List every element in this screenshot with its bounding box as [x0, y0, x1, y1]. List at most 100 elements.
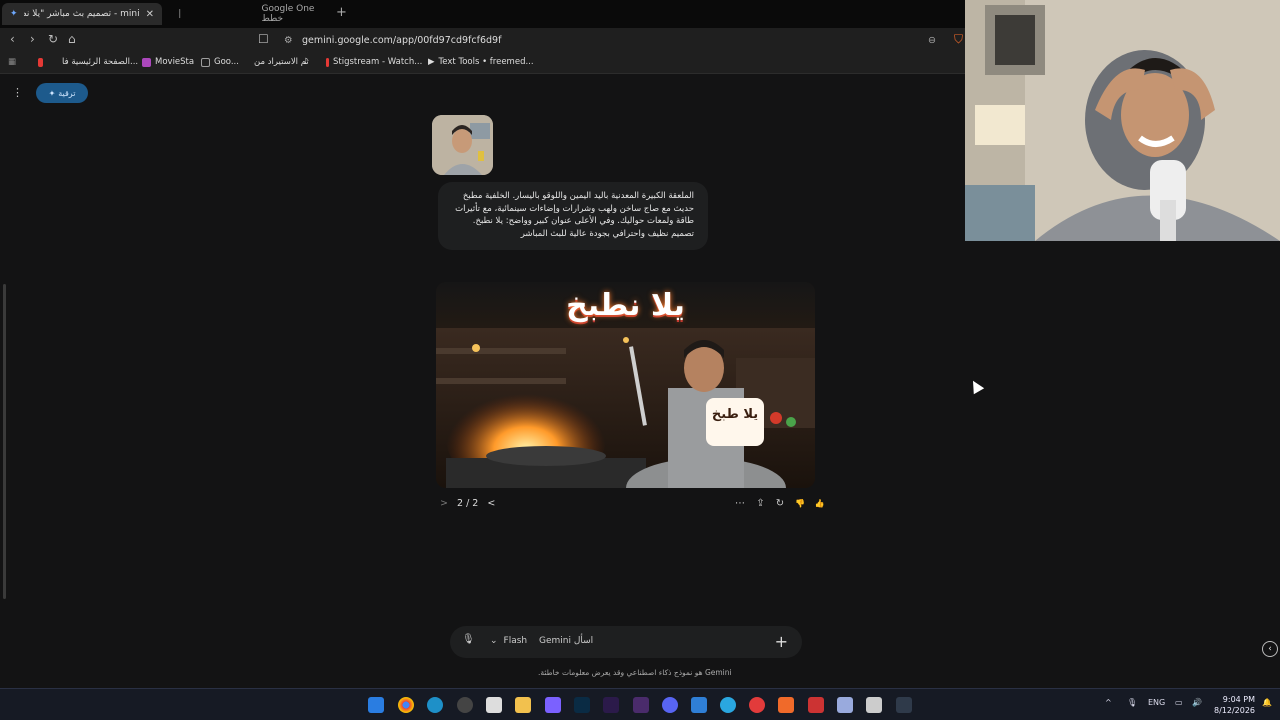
image-pager: > 2 / 2 <: [440, 498, 495, 509]
home-icon[interactable]: ⌂: [68, 32, 76, 46]
scrollbar[interactable]: [3, 284, 6, 599]
tab-title: mini - تصميم بث مباشر "يلا نطبخ": [24, 9, 140, 19]
bookmark-item[interactable]: Goo...: [201, 57, 239, 67]
prompt-box[interactable]: 🎙 ⌄ Flash اسأل Gemini +: [450, 626, 802, 658]
webcam-overlay: [965, 0, 1280, 241]
pager-count: 2 / 2: [457, 498, 479, 509]
image-title-text: يلا نطبخ: [566, 287, 685, 323]
thumbs-down-icon[interactable]: 👎: [795, 499, 805, 508]
notification-icon[interactable]: 🔔: [1262, 698, 1272, 707]
response-actions: ⋯ ⇪ ↻ 👎 👍: [735, 498, 824, 509]
tab-title: Google One خطط: [261, 4, 315, 24]
gemini-chat-area: ⋮ ✦ ترقية الملعقة الكبيرة المعدنية باليد…: [0, 74, 965, 688]
thumbs-up-icon[interactable]: 👍: [815, 499, 825, 508]
edge-icon[interactable]: [427, 697, 443, 713]
model-selector[interactable]: ⌄ Flash: [490, 636, 527, 646]
network-icon[interactable]: ▭: [1175, 698, 1183, 707]
steam-icon[interactable]: [691, 697, 707, 713]
share-icon[interactable]: ⇪: [756, 498, 764, 509]
back-icon[interactable]: ‹: [10, 32, 15, 46]
volume-icon[interactable]: 🔊: [1192, 698, 1202, 707]
more-options-icon[interactable]: ⋯: [735, 498, 745, 509]
app-icon[interactable]: [749, 697, 765, 713]
acrobat-icon[interactable]: [808, 697, 824, 713]
apps-grid-icon[interactable]: ▦: [8, 57, 16, 67]
bookmark-favicon-icon: [38, 57, 43, 67]
address-bar[interactable]: ⚙ gemini.google.com/app/00fd97cd9fcf6d9f…: [278, 30, 948, 50]
tab-google-one[interactable]: ❘ Google One خطط: [168, 3, 330, 25]
bookmark-item[interactable]: تم الاستيراد من: [254, 57, 309, 67]
user-prompt-bubble: الملعقة الكبيرة المعدنية باليد اليمين وا…: [438, 182, 708, 250]
premiere-icon[interactable]: [603, 697, 619, 713]
chevron-up-icon[interactable]: ^: [1105, 698, 1112, 707]
new-tab-button[interactable]: +: [336, 5, 347, 20]
chrome-icon[interactable]: [398, 697, 414, 713]
telegram-icon[interactable]: [720, 697, 736, 713]
vscode-icon[interactable]: [545, 697, 561, 713]
user-prompt-text: الملعقة الكبيرة المعدنية باليد اليمين وا…: [455, 191, 694, 239]
image-title-banner: يلا نطبخ: [436, 282, 815, 328]
bookmark-item[interactable]: Stigstream - Watch...: [326, 57, 422, 67]
bookmark-item[interactable]: الصفحة الرئيسية فا...: [38, 57, 138, 67]
prev-image-button[interactable]: <: [487, 498, 495, 509]
sign-text: يلا طبخ: [712, 407, 758, 422]
play-icon: ▶: [428, 57, 435, 67]
language-indicator[interactable]: ENG: [1148, 698, 1165, 707]
after-effects-icon[interactable]: [633, 697, 649, 713]
clock-date: 8/12/2026: [1214, 706, 1256, 715]
store-icon[interactable]: [486, 697, 502, 713]
sparkle-icon: ✦: [48, 88, 56, 98]
folder-icon: [201, 57, 210, 67]
brave-icon[interactable]: [778, 697, 794, 713]
discord-icon[interactable]: [662, 697, 678, 713]
prompt-input[interactable]: اسأل Gemini: [539, 636, 593, 646]
zoom-icon[interactable]: ⊖: [928, 35, 936, 46]
bookmark-item[interactable]: ▶ Text Tools • freemed...: [428, 57, 534, 67]
start-windows-icon[interactable]: [368, 697, 384, 713]
right-panel: [965, 241, 1280, 688]
windows-taskbar: ^ 🎙 ENG ▭ 🔊 9:04 PM 8/12/2026 🔔: [0, 688, 1280, 720]
chevron-down-icon: ⌄: [490, 636, 498, 646]
person-photo-icon: [432, 115, 493, 175]
next-image-button[interactable]: >: [440, 498, 448, 509]
obs-icon[interactable]: [457, 697, 473, 713]
pin-icon: ❘: [176, 9, 184, 19]
tiktok-icon[interactable]: ♪: [303, 57, 308, 67]
regenerate-icon[interactable]: ↻: [776, 498, 784, 509]
generated-image[interactable]: يلا نطبخ يلا طبخ: [436, 282, 815, 488]
bookmarks-bar: ▦ الصفحة الرئيسية فا... MovieSta Goo... …: [0, 52, 965, 74]
kitchen-scene-icon: يلا طبخ: [436, 328, 815, 488]
photoshop-icon[interactable]: [574, 697, 590, 713]
brave-shield-icon[interactable]: ⛉: [954, 32, 963, 47]
gemini-icon: ✦: [10, 9, 18, 19]
model-label: Flash: [503, 636, 528, 646]
clock[interactable]: 9:04 PM 8/12/2026: [1214, 694, 1255, 716]
tab-gemini[interactable]: ✦ mini - تصميم بث مباشر "يلا نطبخ" ✕: [2, 3, 162, 25]
browser-window: ✦ mini - تصميم بث مباشر "يلا نطبخ" ✕ ❘ G…: [0, 0, 965, 688]
tab-bar: ✦ mini - تصميم بث مباشر "يلا نطبخ" ✕ ❘ G…: [0, 0, 965, 28]
close-tab-icon[interactable]: ✕: [146, 9, 154, 20]
file-explorer-icon[interactable]: [515, 697, 531, 713]
app-icon[interactable]: [837, 697, 853, 713]
menu-kebab-icon[interactable]: ⋮: [12, 86, 23, 99]
sidebar-toggle-icon[interactable]: ‹: [1262, 641, 1278, 657]
microphone-icon[interactable]: 🎙: [462, 634, 475, 645]
url-text: gemini.google.com/app/00fd97cd9fcf6d9f: [302, 34, 502, 46]
browser-toolbar: ‹ › ↻ ⌂ ☐ ⚙ gemini.google.com/app/00fd97…: [0, 28, 965, 52]
clock-time: 9:04 PM: [1222, 695, 1256, 704]
app-icon[interactable]: [896, 697, 912, 713]
bookmark-favicon-icon: [326, 57, 329, 67]
uploaded-photo[interactable]: [432, 115, 493, 175]
site-info-icon[interactable]: ⚙: [284, 35, 293, 46]
microphone-tray-icon[interactable]: 🎙: [1127, 698, 1137, 707]
add-attachment-button[interactable]: +: [775, 632, 788, 651]
bookmark-item[interactable]: MovieSta: [142, 57, 194, 67]
bookmark-icon[interactable]: ☐: [258, 32, 269, 46]
streamer-webcam-icon: [965, 0, 1280, 241]
app-icon[interactable]: [866, 697, 882, 713]
disclaimer-text: Gemini هو نموذج ذكاء اصطناعي وقد يعرض مع…: [538, 668, 732, 677]
upgrade-button[interactable]: ✦ ترقية: [36, 83, 88, 103]
reload-icon[interactable]: ↻: [48, 32, 58, 46]
forward-icon[interactable]: ›: [30, 32, 35, 46]
bookmark-favicon-icon: [142, 57, 151, 67]
